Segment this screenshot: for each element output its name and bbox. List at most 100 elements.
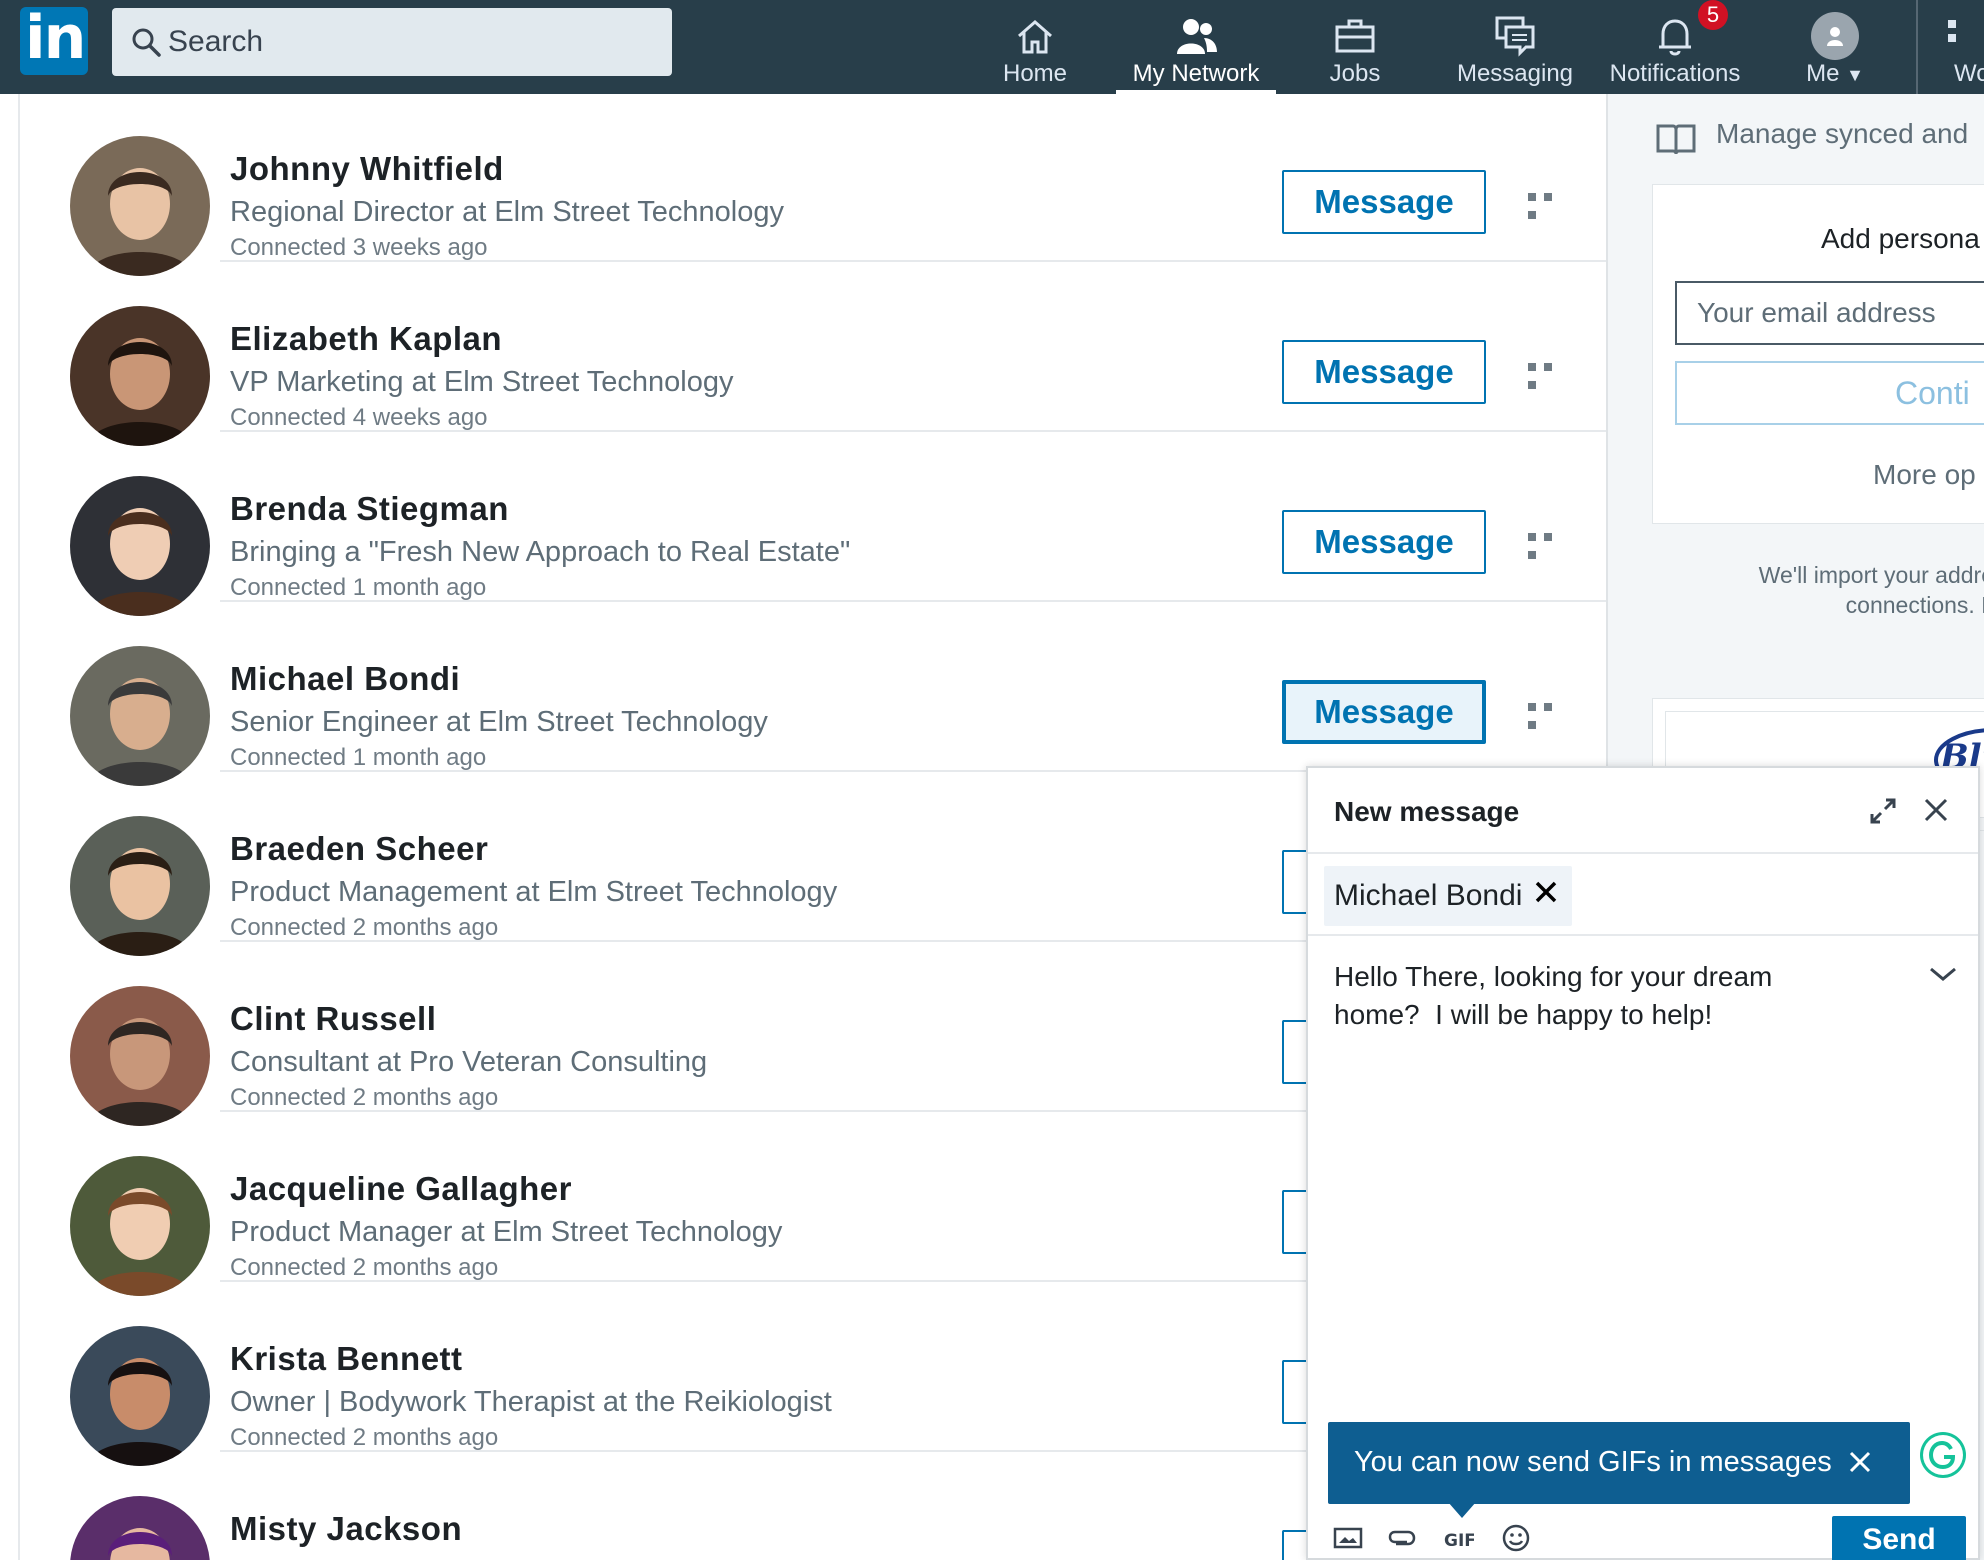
avatar[interactable] xyxy=(70,306,210,446)
grammarly-icon[interactable] xyxy=(1920,1432,1966,1478)
nav-work[interactable]: Wo xyxy=(1940,0,1984,94)
more-options-link[interactable]: More op xyxy=(1873,459,1976,491)
gif-icon[interactable]: GIF xyxy=(1442,1522,1474,1554)
message-button[interactable]: Message xyxy=(1282,170,1486,234)
recipient-name: Michael Bondi xyxy=(1334,879,1523,912)
top-nav: in Home My Network Jobs Messaging 5 Noti… xyxy=(0,0,1984,94)
connection-name[interactable]: Michael Bondi xyxy=(230,660,460,698)
connected-time: Connected 3 weeks ago xyxy=(230,234,488,261)
import-note: We'll import your addre connections. L xyxy=(1758,562,1984,618)
attachment-icon[interactable] xyxy=(1386,1522,1418,1554)
connection-name[interactable]: Brenda Stiegman xyxy=(230,490,509,528)
image-icon[interactable] xyxy=(1332,1522,1364,1554)
emoji-icon[interactable] xyxy=(1500,1522,1532,1554)
connected-time: Connected 2 months ago xyxy=(230,914,499,941)
email-field[interactable] xyxy=(1675,281,1984,345)
recipient-chip: Michael Bondi xyxy=(1324,866,1573,926)
import-contacts-card: Add persona Conti More op xyxy=(1652,184,1984,524)
nav-messaging[interactable]: Messaging xyxy=(1450,0,1580,94)
connected-time: Connected 1 month ago xyxy=(230,744,487,771)
nav-label-my-network: My Network xyxy=(1132,60,1260,87)
nav-my-network[interactable]: My Network xyxy=(1116,0,1276,94)
add-personal-heading: Add persona xyxy=(1821,223,1980,254)
search-box[interactable] xyxy=(112,8,672,76)
list-item: Brenda Stiegman Bringing a "Fresh New App… xyxy=(20,432,1608,616)
nav-me[interactable]: Me ▼ xyxy=(1790,0,1880,94)
avatar[interactable] xyxy=(70,816,210,956)
nav-divider xyxy=(1916,0,1918,94)
nav-jobs[interactable]: Jobs xyxy=(1310,0,1400,94)
list-item: Johnny Whitfield Regional Director at Elm… xyxy=(20,92,1608,276)
bell-icon xyxy=(1659,19,1691,56)
continue-button[interactable]: Conti xyxy=(1675,361,1984,425)
chevron-down-icon: ▼ xyxy=(1846,65,1864,85)
grid-icon xyxy=(1948,20,1956,42)
svg-text:GIF: GIF xyxy=(1444,1531,1474,1551)
compose-title: New message xyxy=(1334,796,1520,827)
briefcase-icon xyxy=(1335,19,1375,53)
more-actions-icon[interactable] xyxy=(1528,698,1574,729)
close-tooltip-icon[interactable] xyxy=(1848,1450,1872,1474)
network-icon xyxy=(1177,19,1217,54)
expand-icon[interactable] xyxy=(1868,796,1898,826)
message-button[interactable]: Message xyxy=(1282,510,1486,574)
list-item: Michael Bondi Senior Engineer at Elm Stre… xyxy=(20,602,1608,786)
nav-label-home: Home xyxy=(1002,60,1068,87)
home-icon xyxy=(1018,20,1052,54)
connection-name[interactable]: Clint Russell xyxy=(230,1000,436,1038)
connected-time: Connected 2 months ago xyxy=(230,1424,499,1451)
connection-name[interactable]: Elizabeth Kaplan xyxy=(230,320,502,358)
nav-home[interactable]: Home xyxy=(990,0,1080,94)
message-body[interactable]: Hello There, looking for your dream home… xyxy=(1334,958,1854,1034)
avatar[interactable] xyxy=(70,476,210,616)
message-button[interactable]: Message xyxy=(1282,680,1486,744)
avatar[interactable] xyxy=(70,136,210,276)
connection-headline: Regional Director at Elm Street Technolo… xyxy=(230,196,784,228)
nav-label-work: Wo xyxy=(1954,60,1984,87)
nav-notifications[interactable]: 5 Notifications xyxy=(1604,0,1746,94)
avatar[interactable] xyxy=(70,1326,210,1466)
more-actions-icon[interactable] xyxy=(1528,188,1574,219)
nav-label-jobs: Jobs xyxy=(1329,60,1381,87)
nav-label-messaging: Messaging xyxy=(1456,60,1574,87)
connection-headline: Senior Engineer at Elm Street Technology xyxy=(230,706,768,738)
message-button[interactable]: Message xyxy=(1282,340,1486,404)
notification-badge: 5 xyxy=(1698,0,1728,30)
connection-name[interactable]: Johnny Whitfield xyxy=(230,150,504,188)
connected-time: Connected 2 months ago xyxy=(230,1084,499,1111)
list-item: Elizabeth Kaplan VP Marketing at Elm Stre… xyxy=(20,262,1608,446)
more-actions-icon[interactable] xyxy=(1528,358,1574,389)
connection-headline: Product Management at Elm Street Technol… xyxy=(230,876,838,908)
manage-synced-link[interactable]: Manage synced and xyxy=(1716,118,1968,150)
book-icon xyxy=(1656,124,1696,155)
avatar[interactable] xyxy=(70,986,210,1126)
recipient-row[interactable]: Michael Bondi xyxy=(1308,854,1978,936)
new-message-popup: New message Michael Bondi Hello There, l… xyxy=(1306,766,1980,1560)
connection-name[interactable]: Braeden Scheer xyxy=(230,830,488,868)
search-input[interactable] xyxy=(168,20,648,64)
linkedin-logo[interactable]: in xyxy=(20,3,88,75)
close-icon[interactable] xyxy=(1922,796,1950,824)
connection-headline: Owner | Bodywork Therapist at the Reikio… xyxy=(230,1386,832,1418)
nav-label-notifications: Notifications xyxy=(1609,60,1741,87)
connection-name[interactable]: Misty Jackson xyxy=(230,1510,462,1548)
avatar xyxy=(1811,12,1859,60)
connection-name[interactable]: Krista Bennett xyxy=(230,1340,463,1378)
avatar[interactable] xyxy=(70,646,210,786)
connection-headline: Consultant at Pro Veteran Consulting xyxy=(230,1046,708,1078)
avatar[interactable] xyxy=(70,1496,210,1560)
send-button[interactable]: Send xyxy=(1832,1516,1966,1560)
connection-name[interactable]: Jacqueline Gallagher xyxy=(230,1170,572,1208)
connection-headline: Product Manager at Elm Street Technology xyxy=(230,1216,783,1248)
connected-time: Connected 2 months ago xyxy=(230,1254,499,1281)
chevron-down-icon[interactable] xyxy=(1928,964,1958,984)
more-actions-icon[interactable] xyxy=(1528,528,1574,559)
connected-time: Connected 4 weeks ago xyxy=(230,404,488,431)
gif-tooltip-text: You can now send GIFs in messages xyxy=(1354,1446,1832,1478)
avatar[interactable] xyxy=(70,1156,210,1296)
search-icon xyxy=(132,28,161,57)
remove-recipient-icon[interactable] xyxy=(1534,880,1558,904)
nav-label-me: Me ▼ xyxy=(1806,60,1864,87)
connected-time: Connected 1 month ago xyxy=(230,574,487,601)
compose-toolbar: GIF Send xyxy=(1308,1514,1978,1560)
